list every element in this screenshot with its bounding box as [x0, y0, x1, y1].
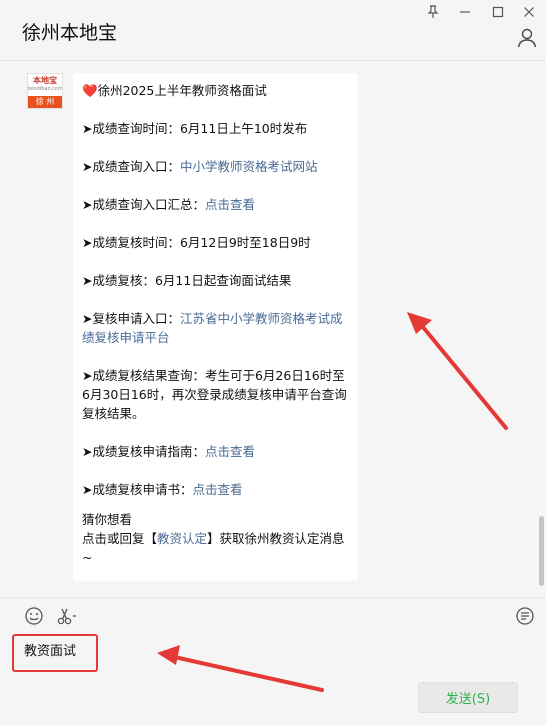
input-toolbar: [0, 597, 546, 628]
message-line: ➤成绩复核结果查询：考生可于6月26日16时至6月30日16时，再次登录成绩复核…: [82, 368, 347, 421]
message-line: ➤成绩复核申请指南：点击查看: [82, 444, 255, 459]
emoji-icon[interactable]: [24, 606, 44, 626]
message-line: ➤复核申请入口：江苏省中小学教师资格考试成绩复核申请平台: [82, 311, 343, 345]
message-line: ➤成绩复核：6月11日起查询面试结果: [82, 273, 292, 288]
message-footer-title: 猜你想看: [82, 512, 133, 527]
window-title: 徐州本地宝: [22, 22, 118, 44]
minimize-icon[interactable]: [454, 3, 476, 21]
close-icon[interactable]: [518, 3, 540, 21]
jiaozi-rending-link[interactable]: 教资认定: [157, 531, 207, 546]
message-footer: 点击或回复【教资认定】获取徐州教资认定消息~: [82, 531, 345, 565]
heart-icon: ❤️: [82, 83, 98, 98]
profile-icon[interactable]: [516, 27, 538, 49]
chat-history-icon[interactable]: [515, 606, 535, 626]
message-bubble: ❤️徐州2025上半年教师资格面试 ➤成绩查询时间：6月11日上午10时发布 ➤…: [73, 73, 358, 581]
send-button[interactable]: 发送(S): [418, 682, 518, 713]
message-line: ➤成绩复核时间：6月12日9时至18日9时: [82, 235, 311, 250]
input-highlight-box: [12, 634, 98, 672]
message-heading: ❤️徐州2025上半年教师资格面试: [82, 83, 267, 98]
message-line: ➤成绩复核申请书：点击查看: [82, 482, 243, 497]
review-form-link[interactable]: 点击查看: [192, 482, 242, 497]
message-line: ➤成绩查询入口汇总：点击查看: [82, 197, 255, 212]
exam-website-link[interactable]: 中小学教师资格考试网站: [180, 159, 318, 174]
scrollbar[interactable]: [539, 516, 544, 586]
title-bar: 徐州本地宝: [0, 0, 546, 61]
query-summary-link[interactable]: 点击查看: [205, 197, 255, 212]
scissors-icon[interactable]: [56, 606, 78, 626]
message-line: ➤成绩查询时间：6月11日上午10时发布: [82, 121, 308, 136]
pin-icon[interactable]: [422, 3, 444, 21]
maximize-icon[interactable]: [487, 3, 509, 21]
avatar-city-label: 徐 州: [28, 96, 62, 108]
review-guide-link[interactable]: 点击查看: [205, 444, 255, 459]
avatar-logo: 本地宝 bendibao.com: [27, 76, 63, 92]
chat-area: 本地宝 bendibao.com 徐 州 ❤️徐州2025上半年教师资格面试 ➤…: [0, 61, 546, 597]
avatar[interactable]: 本地宝 bendibao.com 徐 州: [27, 73, 63, 109]
message-line: ➤成绩查询入口：中小学教师资格考试网站: [82, 159, 318, 174]
